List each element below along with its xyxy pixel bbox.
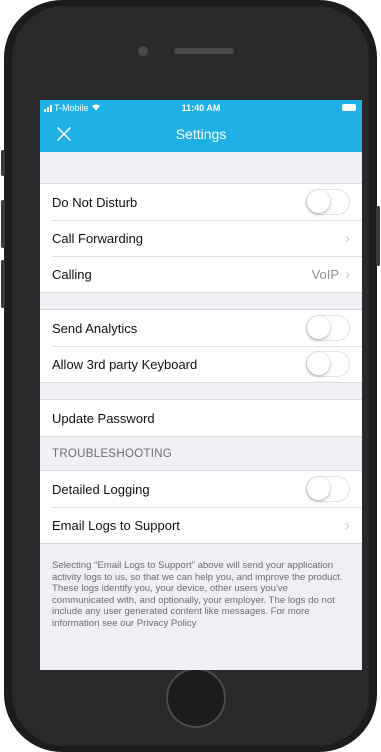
row-detailed-logging[interactable]: Detailed Logging (40, 471, 362, 507)
detailed-logging-toggle[interactable] (306, 476, 350, 502)
volume-up-button (1, 200, 5, 248)
row-label: Detailed Logging (52, 481, 150, 497)
send-analytics-toggle[interactable] (306, 315, 350, 341)
toggle-knob (307, 352, 330, 375)
row-do-not-disturb[interactable]: Do Not Disturb (40, 184, 362, 220)
settings-screen: T-Mobile 11:40 AM Settings Do Not Distur… (40, 100, 362, 670)
settings-group-calls: Do Not Disturb Call Forwarding › Calling… (40, 183, 362, 293)
row-calling[interactable]: Calling VoIP › (40, 256, 362, 292)
row-label: Calling (52, 266, 92, 282)
troubleshooting-footer-text: Selecting “Email Logs to Support” above … (52, 560, 343, 629)
home-button[interactable] (166, 668, 226, 728)
row-label: Call Forwarding (52, 230, 144, 246)
toggle-knob (307, 190, 330, 213)
battery-icon (342, 104, 356, 111)
toggle-knob (307, 316, 330, 339)
chevron-right-icon: › (345, 229, 350, 247)
nav-bar: Settings (40, 116, 362, 152)
third-party-keyboard-toggle[interactable] (306, 351, 350, 377)
status-time: 11:40 AM (181, 103, 221, 113)
settings-group-account: Update Password (40, 399, 362, 437)
settings-group-troubleshooting: Detailed Logging Email Logs to Support › (40, 470, 362, 544)
calling-value: VoIP (311, 266, 339, 282)
row-label: Update Password (52, 410, 155, 426)
row-label: Allow 3rd party Keyboard (52, 356, 198, 372)
status-bar: T-Mobile 11:40 AM (40, 100, 362, 116)
row-update-password[interactable]: Update Password (40, 400, 362, 436)
power-button (376, 206, 380, 266)
row-third-party-keyboard[interactable]: Allow 3rd party Keyboard (40, 346, 362, 382)
close-button[interactable] (54, 124, 74, 144)
page-title: Settings (175, 126, 227, 142)
front-camera (138, 46, 148, 56)
close-icon (56, 126, 72, 142)
toggle-knob (307, 477, 330, 500)
row-label: Send Analytics (52, 320, 138, 336)
volume-down-button (1, 260, 5, 308)
chevron-right-icon: › (345, 516, 350, 534)
row-call-forwarding[interactable]: Call Forwarding › (40, 220, 362, 256)
settings-group-privacy: Send Analytics Allow 3rd party Keyboard (40, 309, 362, 383)
row-label: Email Logs to Support (52, 517, 180, 533)
row-send-analytics[interactable]: Send Analytics (40, 310, 362, 346)
earpiece-speaker (174, 48, 234, 54)
mute-switch (1, 150, 5, 176)
row-label: Do Not Disturb (52, 194, 138, 210)
chevron-right-icon: › (345, 265, 350, 283)
row-email-logs[interactable]: Email Logs to Support › (40, 507, 362, 543)
section-header-troubleshooting: TROUBLESHOOTING (52, 447, 173, 460)
do-not-disturb-toggle[interactable] (306, 189, 350, 215)
